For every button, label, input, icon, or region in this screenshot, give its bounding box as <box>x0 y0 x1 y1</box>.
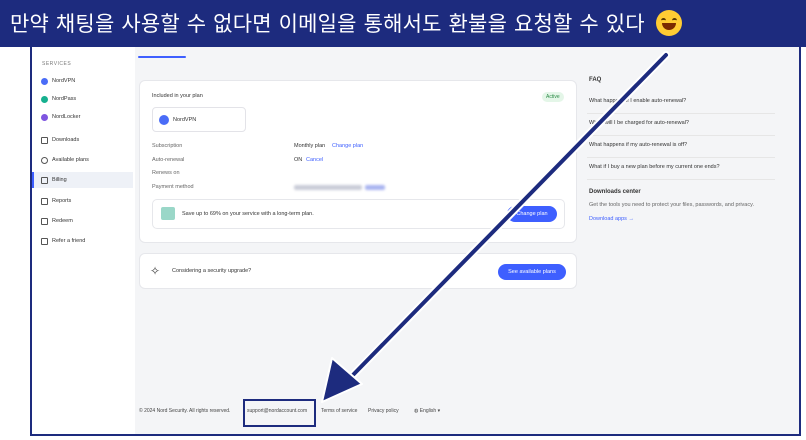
sidebar-item-downloads[interactable]: Downloads <box>32 132 133 148</box>
sidebar-item-nordvpn[interactable]: NordVPN <box>32 73 133 89</box>
sidebar-item-label: Downloads <box>52 137 80 143</box>
nordlocker-icon <box>41 113 48 121</box>
autorenew-label: Auto-renewal <box>152 157 185 163</box>
faq-item[interactable]: What happens if my auto-renewal is off? <box>587 135 775 158</box>
redeem-icon <box>41 217 48 225</box>
faq-item[interactable]: What if I buy a new plan before my curre… <box>587 157 775 180</box>
sidebar-item-nordpass[interactable]: NordPass <box>32 91 133 107</box>
arrow-right-icon: → <box>628 216 634 222</box>
sidebar-item-refer-a-friend[interactable]: Refer a friend <box>32 233 133 249</box>
billing-icon <box>41 176 48 184</box>
sidebar-item-redeem[interactable]: Redeem <box>32 213 133 229</box>
sidebar-item-label: Refer a friend <box>52 238 86 244</box>
promo-gift-icon <box>161 207 175 220</box>
grinning-face-icon <box>655 10 682 36</box>
sidebar-item-label: NordLocker <box>52 114 81 120</box>
sidebar-item-nordlocker[interactable]: NordLocker <box>32 109 133 125</box>
payment-label: Payment method <box>152 184 194 190</box>
screenshot-frame: SERVICES NordVPN NordPass NordLocker Dow… <box>30 47 801 436</box>
nordvpn-icon <box>41 77 48 85</box>
footer-copyright: © 2024 Nord Security. All rights reserve… <box>139 408 231 414</box>
payment-link-redacted <box>365 185 385 190</box>
sidebar-item-label: Available plans <box>52 157 89 163</box>
sidebar-item-label: Redeem <box>52 218 73 224</box>
sidebar-item-label: Billing <box>52 177 67 183</box>
reports-icon <box>41 197 48 205</box>
sidebar-section-label: SERVICES <box>42 61 72 67</box>
change-plan-link[interactable]: Change plan <box>332 143 363 149</box>
cancel-link[interactable]: Cancel <box>306 157 323 163</box>
product-name: NordVPN <box>173 117 197 123</box>
plan-card-heading: Included in your plan <box>152 93 203 99</box>
download-icon <box>41 136 48 144</box>
active-tab-indicator <box>138 56 186 58</box>
faq-item[interactable]: When will I be charged for auto-renewal? <box>587 113 775 136</box>
language-label: English <box>419 408 437 414</box>
sidebar-item-reports[interactable]: Reports <box>32 193 133 209</box>
renews-label: Renews on <box>152 170 180 176</box>
caption-text: 만약 채팅을 사용할 수 없다면 이메일을 통해서도 환불을 요청할 수 있다 <box>10 12 645 36</box>
main-content: Included in your plan Active NordVPN Sub… <box>135 47 799 434</box>
promo-box: Save up to 69% on your service with a lo… <box>152 199 565 229</box>
downloads-center-text: Get the tools you need to protect your f… <box>589 202 754 208</box>
nordpass-icon <box>41 95 48 103</box>
payment-value-redacted <box>294 185 362 190</box>
footer-privacy-link[interactable]: Privacy policy <box>368 408 399 414</box>
gift-icon <box>41 237 48 245</box>
globe-icon: ◍ <box>414 408 419 414</box>
download-apps-link[interactable]: Download apps → <box>589 216 634 222</box>
footer-terms-link[interactable]: Terms of service <box>321 408 357 414</box>
downloads-center-title: Downloads center <box>589 189 641 195</box>
promo-text: Save up to 69% on your service with a lo… <box>182 211 314 217</box>
sidebar-item-label: NordPass <box>52 96 77 102</box>
subscription-value: Monthly plan <box>294 143 326 149</box>
status-badge: Active <box>542 92 564 102</box>
email-highlight-box <box>243 399 316 427</box>
chevron-down-icon: ▾ <box>437 408 441 414</box>
nordvpn-logo-icon <box>159 115 169 125</box>
see-available-plans-button[interactable]: See available plans <box>498 264 566 280</box>
autorenew-value: ON <box>294 157 303 163</box>
sidebar: SERVICES NordVPN NordPass NordLocker Dow… <box>32 47 136 434</box>
change-plan-button[interactable]: Change plan <box>507 206 557 222</box>
sparkle-icon: ✧ <box>150 264 161 278</box>
sidebar-item-label: Reports <box>52 198 72 204</box>
caption-banner: 만약 채팅을 사용할 수 없다면 이메일을 통해서도 환불을 요청할 수 있다 <box>0 0 806 47</box>
sidebar-item-billing[interactable]: Billing <box>32 172 133 188</box>
language-selector[interactable]: ◍ English ▾ <box>414 408 440 414</box>
sidebar-item-label: NordVPN <box>52 78 76 84</box>
security-upgrade-card: ✧ Considering a security upgrade? See av… <box>139 253 577 289</box>
sidebar-item-available-plans[interactable]: Available plans <box>32 152 133 168</box>
security-upgrade-text: Considering a security upgrade? <box>172 268 252 274</box>
plan-card: Included in your plan Active NordVPN Sub… <box>139 80 577 243</box>
product-tile: NordVPN <box>152 107 246 132</box>
subscription-label: Subscription <box>152 143 183 149</box>
download-apps-label: Download apps <box>589 216 627 222</box>
faq-title: FAQ <box>589 77 602 83</box>
plans-icon <box>41 156 48 164</box>
faq-item[interactable]: What happens if I enable auto-renewal? <box>587 91 775 114</box>
